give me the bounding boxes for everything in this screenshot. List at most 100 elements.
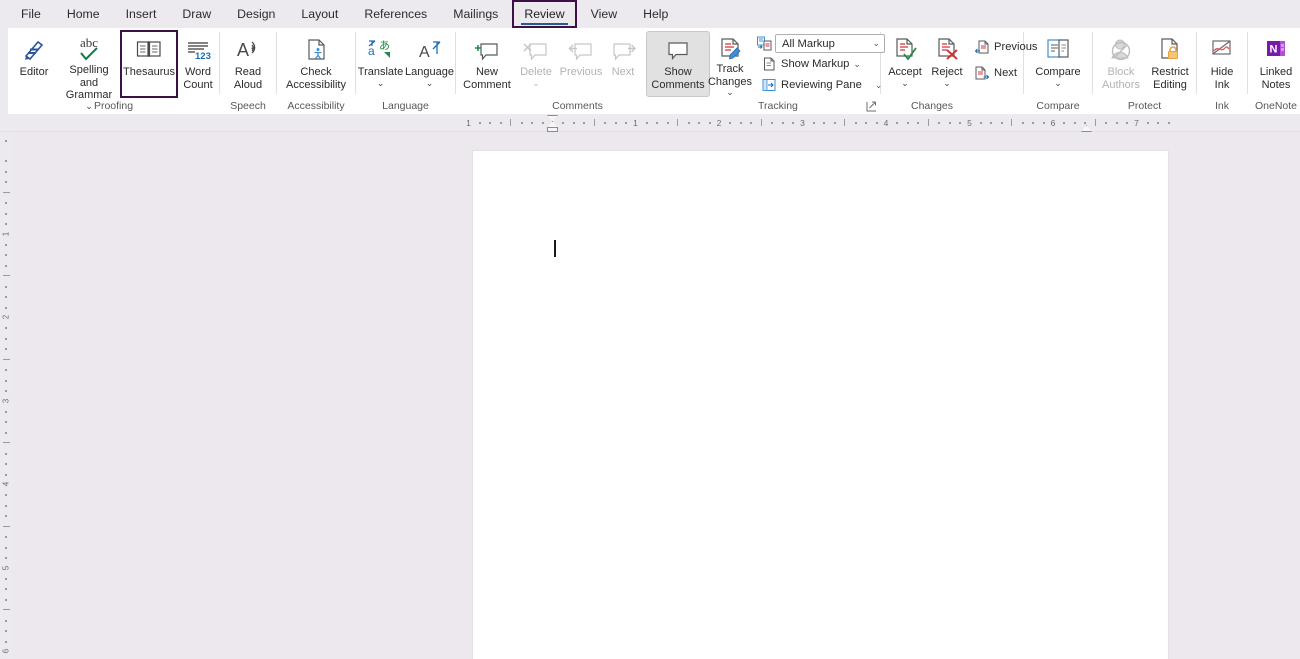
thesaurus-label: Thesaurus [123,66,175,78]
ruler-tick [927,119,929,126]
ruler-tick [645,122,648,124]
show-markup-button[interactable]: Show Markup ⌄ [757,54,886,74]
vertical-ruler[interactable]: 1 2 3 4 5 6 [0,132,12,659]
ruler-number: 6 [1,648,11,654]
group-label-proofing: Proofing [93,100,134,112]
display-for-review-value: All Markup [782,37,835,50]
ruler-number: 5 [1,565,11,570]
ruler-tick [677,119,679,126]
reviewing-pane-button[interactable]: Reviewing Pane ⌄ [757,75,886,95]
ruler-tick [792,122,795,124]
vertical-ruler-ticks: 1 2 3 4 5 6 [0,132,12,659]
linked-notes-button[interactable]: N Linked Notes [1251,31,1300,97]
accept-icon [892,35,918,65]
ribbon-tab-bar: File Home Insert Draw Design Layout Refe… [0,0,1300,28]
ruler-tick [5,306,7,309]
tracking-dialog-launcher[interactable] [866,101,877,112]
group-label-language: Language [382,100,429,112]
group-label-compare: Compare [1036,100,1080,112]
document-page[interactable] [472,150,1169,659]
chevron-down-icon[interactable]: ⌄ [426,78,434,87]
tab-file[interactable]: File [11,2,51,26]
chevron-down-icon[interactable]: ⌄ [901,78,909,87]
ruler-tick [614,122,617,124]
previous-comment-icon [567,35,595,65]
ruler-tick [510,119,512,126]
accept-button[interactable]: Accept ⌄ [884,31,926,97]
ruler-tick [979,122,982,124]
chevron-down-icon[interactable]: ⌄ [872,38,880,49]
ribbon-group-protect: Block Authors ⌄ Restrict Editing [1093,28,1196,114]
ruler-tick [1084,122,1087,124]
ribbon-group-proofing: Editor abc Spelling and Grammar ⌄ Thesau… [8,28,219,114]
ruler-tick [520,122,523,124]
ruler-tick [5,181,7,184]
reject-button[interactable]: Reject ⌄ [926,31,968,97]
ruler-tick [3,525,10,527]
tab-layout[interactable]: Layout [291,2,348,26]
new-comment-button[interactable]: New Comment [459,31,515,97]
ruler-tick [5,243,7,246]
show-markup-icon [761,56,777,72]
tab-insert[interactable]: Insert [116,2,167,26]
delete-comment-button[interactable]: Delete ⌄ [515,31,557,97]
ruler-tick [5,421,7,424]
ruler-number: 1 [466,118,471,128]
ruler-tick [5,327,7,330]
show-markup-label: Show Markup [781,58,850,70]
chevron-down-icon[interactable]: ⌄ [377,78,385,87]
chevron-down-icon[interactable]: ⌄ [1054,78,1062,87]
group-label-tracking: Tracking [758,100,798,112]
ruler-number: 3 [800,118,805,128]
tab-review[interactable]: Review [512,0,577,28]
reject-icon [934,35,960,65]
editor-button[interactable]: Editor [11,31,57,97]
tab-draw[interactable]: Draw [172,2,221,26]
ribbon-group-language: a あ Translate ⌄ A Language ⌄ Language [356,28,455,114]
chevron-down-icon[interactable]: ⌄ [853,59,861,70]
restrict-editing-button[interactable]: Restrict Editing [1146,31,1194,97]
thesaurus-button[interactable]: Thesaurus [120,30,178,98]
word-count-button[interactable]: 123 Word Count [177,31,219,97]
ruler-number: 2 [716,118,722,128]
ruler-tick [990,122,993,124]
group-label-accessibility: Accessibility [287,100,345,112]
ruler-tick [5,630,7,633]
tab-view[interactable]: View [581,2,627,26]
hide-ink-button[interactable]: Hide Ink ⌄ [1200,31,1244,97]
compare-button[interactable]: Compare ⌄ [1027,31,1089,97]
next-change-label: Next [994,67,1018,79]
linked-notes-label: Linked Notes [1259,66,1293,91]
previous-comment-button[interactable]: Previous [557,31,605,97]
horizontal-ruler[interactable]: 1 1 2 3 4 5 6 7 [0,114,1300,132]
chevron-down-icon[interactable]: ⌄ [943,78,951,87]
document-canvas[interactable] [12,132,1300,659]
ruler-tick [865,122,868,124]
group-label-speech: Speech [230,100,266,112]
tab-mailings[interactable]: Mailings [443,2,508,26]
reviewing-pane-label: Reviewing Pane [781,79,862,91]
tab-home[interactable]: Home [57,2,110,26]
track-changes-button[interactable]: Track Changes ⌄ [703,31,757,97]
show-comments-label: Show Comments [651,66,705,91]
tab-references[interactable]: References [354,2,437,26]
svg-text:abc: abc [80,35,98,50]
ruler-tick [3,191,10,193]
next-comment-button[interactable]: Next [605,31,641,97]
spelling-grammar-button[interactable]: abc Spelling and Grammar ⌄ [57,31,121,110]
read-aloud-button[interactable]: A Read Aloud [223,31,273,97]
language-button[interactable]: A Language ⌄ [405,31,455,97]
chevron-down-icon[interactable]: ⌄ [532,78,540,87]
tab-help[interactable]: Help [633,2,678,26]
ruler-tick [499,122,502,124]
ruler-tick [5,254,7,257]
chevron-down-icon[interactable]: ⌄ [726,88,734,97]
tab-design[interactable]: Design [227,2,285,26]
word-count-label: Word Count [183,66,213,91]
block-authors-button[interactable]: Block Authors ⌄ [1096,31,1146,97]
group-label-protect: Protect [1127,100,1162,112]
check-accessibility-button[interactable]: Check Accessibility ⌄ [279,31,353,97]
translate-button[interactable]: a あ Translate ⌄ [357,31,405,97]
reject-label: Reject [931,66,963,78]
display-for-review-combo[interactable]: All Markup ⌄ [775,34,885,53]
